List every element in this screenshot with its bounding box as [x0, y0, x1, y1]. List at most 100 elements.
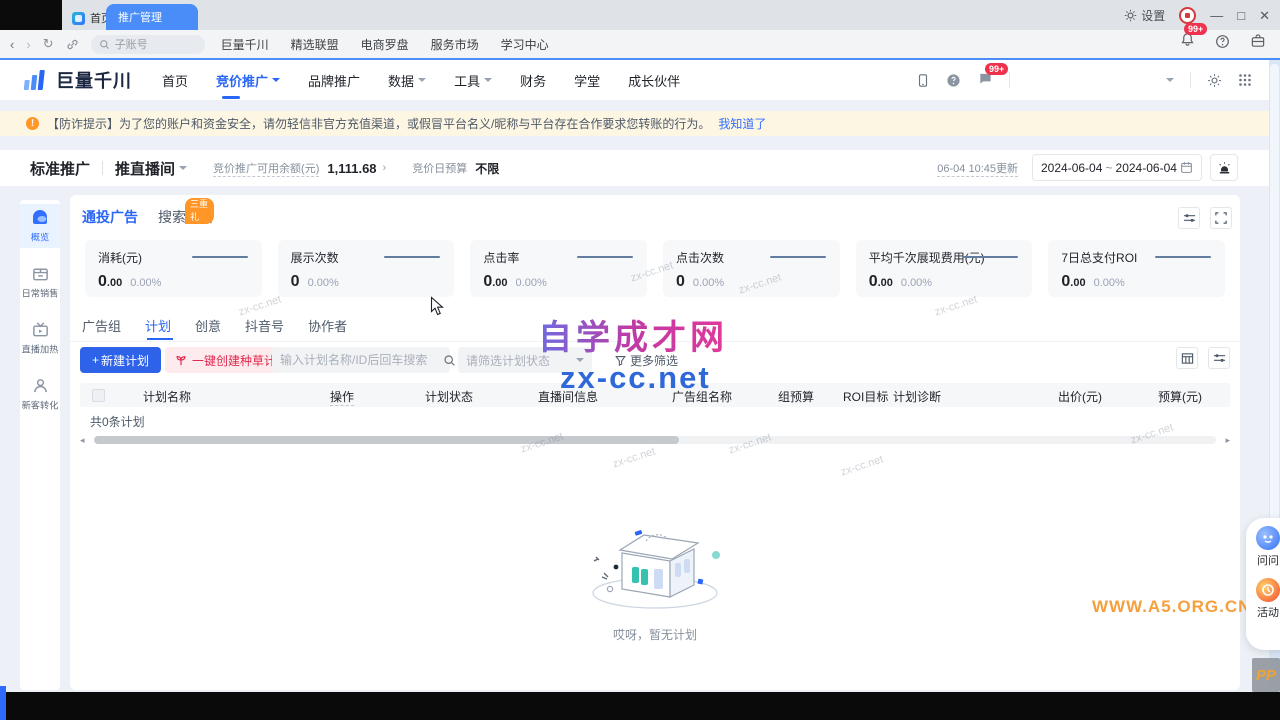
address-search-box[interactable]: 子账号: [91, 35, 205, 54]
browser-tab-active[interactable]: 推广管理: [106, 4, 198, 30]
list-customize-button[interactable]: [1208, 347, 1230, 369]
scroll-right-icon[interactable]: ▸: [1225, 435, 1230, 445]
bookmark-item[interactable]: 服务市场: [431, 36, 479, 53]
select-all-checkbox[interactable]: [92, 389, 105, 402]
divider: [102, 161, 103, 175]
balance-value: 1,111.68: [327, 161, 376, 176]
pp-logo-badge[interactable]: PP: [1252, 658, 1280, 692]
warning-dismiss-link[interactable]: 我知道了: [718, 115, 766, 132]
browser-help-icon[interactable]: [1215, 34, 1230, 49]
alarm-icon: [1217, 161, 1232, 175]
floating-assistant-panel: 问问 活动: [1246, 518, 1280, 650]
tab-plans[interactable]: 计划: [145, 316, 171, 335]
scene-selector[interactable]: 推直播间: [115, 158, 175, 179]
nav-item-bidding[interactable]: 竞价推广: [216, 71, 280, 90]
nav-menu: 首页 竞价推广 品牌推广 数据 工具 财务 学堂 成长伙伴: [162, 71, 680, 90]
activity-button[interactable]: 活动: [1246, 578, 1280, 620]
browser-addressbar: ‹ › ↻ 子账号 巨量千川 精选联盟 电商罗盘 服务市场 学习中心: [0, 30, 1280, 60]
back-icon[interactable]: ‹: [10, 37, 14, 52]
nav-item-home[interactable]: 首页: [162, 71, 188, 90]
sparkline: [192, 256, 248, 258]
empty-state: 哎呀，暂无计划: [70, 527, 1240, 643]
sidebar-item-daily-sales[interactable]: 日常销售: [20, 260, 60, 304]
col-plan-diagnosis[interactable]: 计划诊断: [893, 388, 941, 405]
mobile-icon[interactable]: [916, 73, 930, 88]
sidebar-item-live-heating[interactable]: 直播加热: [20, 316, 60, 360]
stat-card-ctr[interactable]: 点击率 0.000.00%: [470, 240, 647, 297]
alarm-button[interactable]: [1210, 154, 1238, 181]
bookmark-item[interactable]: 精选联盟: [291, 36, 339, 53]
window-controls: 设置 — □ ✕: [1124, 7, 1270, 24]
browser-apps-icon[interactable]: [1250, 34, 1266, 49]
bookmark-item[interactable]: 电商罗盘: [361, 36, 409, 53]
sidebar-item-overview[interactable]: 概览: [20, 204, 60, 248]
bookmark-item[interactable]: 学习中心: [501, 36, 549, 53]
maximize-icon[interactable]: □: [1237, 8, 1245, 23]
plan-search-input[interactable]: [272, 353, 443, 367]
scroll-left-icon[interactable]: ◂: [80, 435, 85, 445]
col-group-budget[interactable]: 组预算: [778, 388, 814, 405]
col-bid[interactable]: 出价(元): [1058, 388, 1102, 405]
help-icon[interactable]: [946, 73, 961, 88]
col-plan-name[interactable]: 计划名称: [143, 388, 191, 405]
settings-gear-icon[interactable]: [1207, 73, 1222, 88]
nav-item-data[interactable]: 数据: [388, 71, 426, 90]
scrollbar-track[interactable]: [94, 436, 1216, 444]
ask-assistant-button[interactable]: 问问: [1246, 526, 1280, 568]
stat-card-roi[interactable]: 7日总支付ROI 0.000.00%: [1048, 240, 1225, 297]
chevron-down-icon[interactable]: [179, 166, 187, 170]
col-actions[interactable]: 操作: [330, 388, 354, 406]
link-icon[interactable]: [66, 38, 79, 51]
stat-card-impressions[interactable]: 展示次数 00.00%: [278, 240, 455, 297]
browser-notification-button[interactable]: 99+: [1180, 32, 1195, 50]
chevron-right-icon[interactable]: ›: [383, 162, 387, 174]
horizontal-scrollbar: ◂ ▸: [80, 435, 1230, 445]
site-logo[interactable]: 巨量千川: [24, 67, 132, 93]
sidebar-item-new-customer[interactable]: 新客转化: [20, 372, 60, 416]
nav-item-finance[interactable]: 财务: [520, 71, 546, 90]
divider: [1190, 72, 1191, 88]
address-search-placeholder: 子账号: [115, 36, 148, 52]
browser-tabbar: 首页 推广管理 设置 — □ ✕: [0, 0, 1280, 30]
minimize-icon[interactable]: —: [1210, 8, 1223, 23]
close-icon[interactable]: ✕: [1259, 8, 1270, 24]
metrics-customize-button[interactable]: [1178, 207, 1200, 229]
scrollbar-thumb[interactable]: [94, 436, 679, 444]
fullscreen-button[interactable]: [1210, 207, 1232, 229]
refresh-icon[interactable]: ↻: [43, 36, 54, 52]
plan-count: 共0条计划: [90, 413, 145, 430]
tab-general-ads[interactable]: 通投广告: [82, 207, 138, 227]
nav-item-tools[interactable]: 工具: [454, 71, 492, 90]
tab-collaborators[interactable]: 协作者: [308, 316, 347, 335]
column-settings-button[interactable]: [1176, 347, 1198, 369]
budget-label: 竞价日预算: [412, 160, 467, 176]
new-plan-button[interactable]: + 新建计划: [80, 347, 161, 373]
date-range-picker[interactable]: 2024-06-04 ~ 2024-06-04: [1032, 154, 1202, 181]
forward-icon[interactable]: ›: [26, 37, 30, 52]
divider: [1009, 72, 1010, 88]
person-icon: [31, 377, 50, 395]
apps-grid-icon[interactable]: [1238, 73, 1252, 87]
tab-creatives[interactable]: 创意: [195, 316, 221, 335]
bookmark-item[interactable]: 巨量千川: [221, 36, 269, 53]
stat-card-cpm[interactable]: 平均千次展现费用(元) 0.000.00%: [856, 240, 1033, 297]
chevron-down-icon[interactable]: [1166, 78, 1174, 82]
col-plan-status[interactable]: 计划状态: [425, 388, 473, 405]
tab-ad-groups[interactable]: 广告组: [82, 316, 121, 335]
browser-settings-button[interactable]: 设置: [1124, 7, 1165, 24]
vertical-scrollbar-thumb[interactable]: [1270, 64, 1279, 534]
tab-douyin-account[interactable]: 抖音号: [245, 316, 284, 335]
col-roi-target[interactable]: ROI目标: [843, 388, 888, 405]
nav-item-partner[interactable]: 成长伙伴: [628, 71, 680, 90]
toolbar-right-icons: [1176, 347, 1230, 369]
browser-settings-label: 设置: [1141, 7, 1165, 24]
stat-card-cost[interactable]: 消耗(元) 0.000.00%: [85, 240, 262, 297]
ad-type-tabs: 通投广告 搜索广告 三重礼: [82, 207, 214, 227]
nav-item-academy[interactable]: 学堂: [574, 71, 600, 90]
watermark-corner: WWW.A5.ORG.CN: [1092, 597, 1251, 617]
message-button[interactable]: 99+: [977, 71, 993, 89]
avatar[interactable]: [1179, 7, 1196, 24]
col-budget[interactable]: 预算(元): [1158, 388, 1202, 405]
nav-item-brand[interactable]: 品牌推广: [308, 71, 360, 90]
search-icon[interactable]: [443, 354, 456, 367]
